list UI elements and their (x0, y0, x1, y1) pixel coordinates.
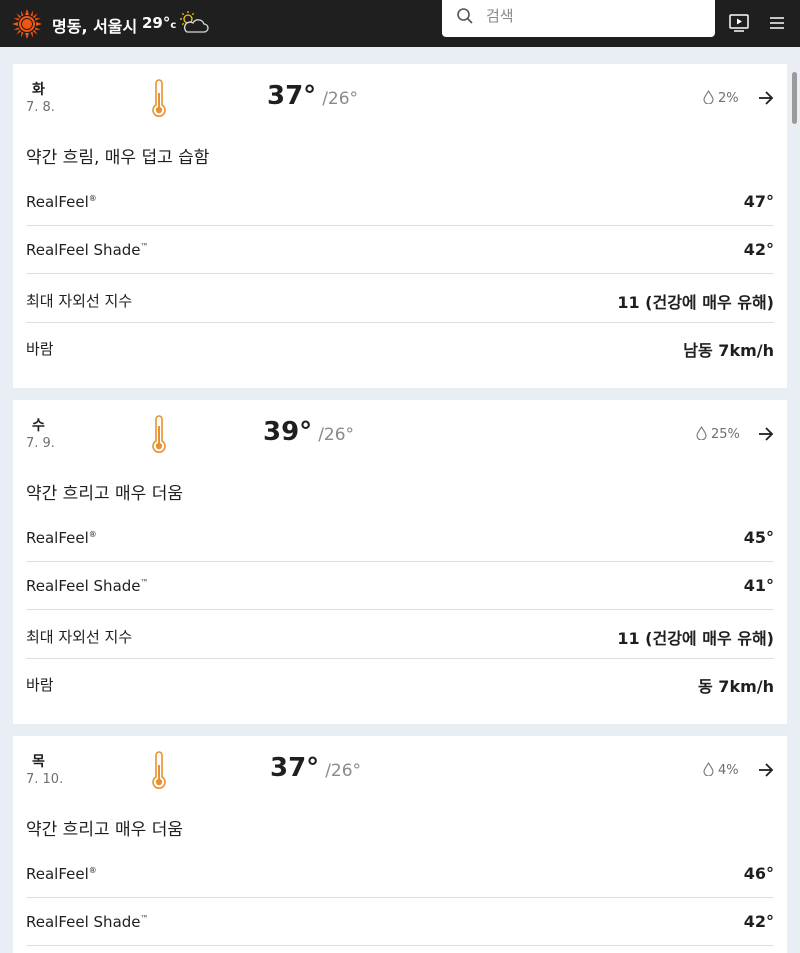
realfeel-shade-row: RealFeel Shade™ 42° (26, 898, 774, 946)
registered-mark: ® (88, 530, 97, 539)
precipitation-probability: 2% (703, 89, 739, 106)
uv-index-value: 11 (건강에 매우 유해) (617, 629, 774, 648)
wind-value: 동 7km/h (698, 677, 774, 696)
forecast-date: 7. 8. (26, 100, 55, 115)
raindrop-icon (703, 89, 714, 105)
precip-value: 25% (711, 427, 740, 442)
realfeel-shade-label: RealFeel Shade™ (26, 913, 149, 931)
high-temperature: 37° (267, 81, 317, 111)
realfeel-shade-value: 41° (743, 576, 774, 595)
location-name[interactable]: 명동, 서울시 (52, 13, 137, 37)
wind-label: 바람 (26, 676, 54, 694)
scrollbar-thumb[interactable] (792, 72, 797, 124)
realfeel-shade-row: RealFeel Shade™ 42° (26, 226, 774, 274)
precipitation-probability: 25% (696, 425, 740, 442)
current-temp-value: 29° (142, 14, 171, 32)
hamburger-menu-icon[interactable] (769, 15, 785, 31)
day-of-week: 목 (32, 754, 45, 770)
partly-cloudy-icon (180, 11, 209, 33)
search-input[interactable] (486, 3, 706, 29)
trademark-mark: ™ (140, 242, 149, 251)
uv-index-row: 최대 자외선 지수 11 (건강에 매우 유해) (26, 611, 774, 659)
forecast-date: 7. 10. (26, 772, 64, 787)
current-temperature[interactable]: 29°c (142, 14, 176, 32)
current-temp-unit: c (170, 20, 177, 31)
realfeel-label: RealFeel® (26, 529, 97, 547)
weather-phrase: 약간 흐리고 매우 더움 (26, 484, 183, 504)
temperature-range: 37°/26° (270, 753, 361, 783)
precip-value: 4% (718, 763, 739, 778)
realfeel-row: RealFeel® 47° (26, 178, 774, 226)
weather-phrase: 약간 흐리고 매우 더움 (26, 820, 183, 840)
registered-mark: ® (88, 194, 97, 203)
day-of-week: 화 (32, 82, 45, 98)
day-of-week: 수 (32, 418, 45, 434)
realfeel-label-text: RealFeel (26, 865, 89, 883)
uv-index-label: 최대 자외선 지수 (26, 628, 133, 646)
temperature-range: 39°/26° (263, 417, 354, 447)
registered-mark: ® (88, 866, 97, 875)
realfeel-value: 47° (743, 192, 774, 211)
high-temperature: 37° (270, 753, 320, 783)
arrow-right-icon[interactable] (757, 90, 775, 106)
daily-forecast-card[interactable]: 목 7. 10. 37°/26° 4% 약간 흐리고 매우 더움 RealFee… (13, 736, 787, 953)
low-temperature: /26° (322, 89, 359, 109)
uv-index-value: 11 (건강에 매우 유해) (617, 293, 774, 312)
realfeel-label: RealFeel® (26, 865, 97, 883)
video-icon[interactable] (729, 14, 749, 32)
thermometer-icon (152, 415, 166, 453)
wind-value: 남동 7km/h (683, 341, 774, 360)
low-temperature: /26° (318, 425, 355, 445)
trademark-mark: ™ (140, 914, 149, 923)
uv-index-row: 최대 자외선 지수 11 (건강에 매우 유해) (26, 275, 774, 323)
search-icon (457, 8, 473, 24)
weather-phrase: 약간 흐림, 매우 덥고 습함 (26, 148, 210, 168)
temperature-range: 37°/26° (267, 81, 358, 111)
raindrop-icon (703, 761, 714, 777)
realfeel-label-text: RealFeel (26, 529, 89, 547)
realfeel-value: 46° (743, 864, 774, 883)
precipitation-probability: 4% (703, 761, 739, 778)
realfeel-label: RealFeel® (26, 193, 97, 211)
top-bar: 명동, 서울시 29°c (0, 0, 800, 47)
arrow-right-icon[interactable] (757, 762, 775, 778)
thermometer-icon (152, 751, 166, 789)
daily-forecast-card[interactable]: 수 7. 9. 39°/26° 25% 약간 흐리고 매우 더움 RealFee… (13, 400, 787, 724)
realfeel-row: RealFeel® 45° (26, 514, 774, 562)
wind-row: 바람 동 7km/h (26, 659, 774, 707)
forecast-date: 7. 9. (26, 436, 55, 451)
sun-logo-icon[interactable] (12, 9, 42, 39)
realfeel-shade-label-text: RealFeel Shade (26, 577, 141, 595)
realfeel-shade-label-text: RealFeel Shade (26, 241, 141, 259)
realfeel-label-text: RealFeel (26, 193, 89, 211)
realfeel-shade-value: 42° (743, 240, 774, 259)
arrow-right-icon[interactable] (757, 426, 775, 442)
precip-value: 2% (718, 91, 739, 106)
realfeel-shade-value: 42° (743, 912, 774, 931)
realfeel-shade-label: RealFeel Shade™ (26, 241, 149, 259)
search-box[interactable] (442, 0, 715, 37)
low-temperature: /26° (325, 761, 362, 781)
high-temperature: 39° (263, 417, 313, 447)
daily-forecast-card[interactable]: 화 7. 8. 37°/26° 2% 약간 흐림, 매우 덥고 습함 RealF… (13, 64, 787, 388)
realfeel-row: RealFeel® 46° (26, 850, 774, 898)
realfeel-shade-label: RealFeel Shade™ (26, 577, 149, 595)
realfeel-shade-label-text: RealFeel Shade (26, 913, 141, 931)
wind-label: 바람 (26, 340, 54, 358)
realfeel-value: 45° (743, 528, 774, 547)
trademark-mark: ™ (140, 578, 149, 587)
raindrop-icon (696, 425, 707, 441)
thermometer-icon (152, 79, 166, 117)
uv-index-label: 최대 자외선 지수 (26, 292, 133, 310)
wind-row: 바람 남동 7km/h (26, 323, 774, 371)
realfeel-shade-row: RealFeel Shade™ 41° (26, 562, 774, 610)
